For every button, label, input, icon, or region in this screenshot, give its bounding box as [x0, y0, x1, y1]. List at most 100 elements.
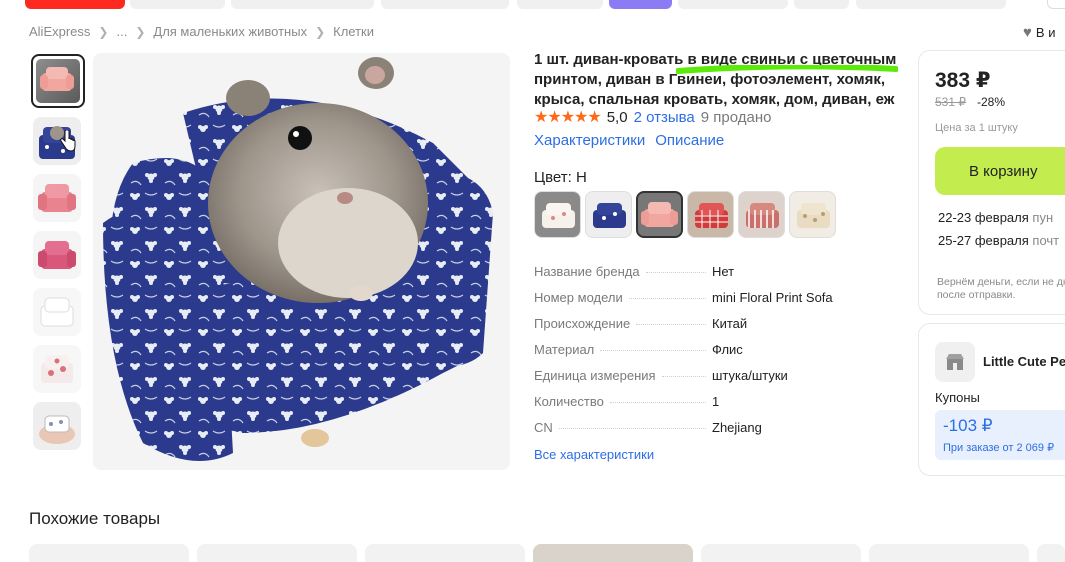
delivery-date: 25-27 февраля [938, 233, 1029, 248]
nav-pill[interactable] [231, 0, 374, 9]
nav-pill[interactable] [678, 0, 788, 9]
coupon-card[interactable]: -103 ₽ При заказе от 2 069 ₽ [935, 410, 1065, 460]
color-swatch[interactable] [789, 191, 836, 238]
spec-row: Материал Флис [534, 342, 859, 368]
spec-row: Название бренда Нет [534, 264, 859, 290]
thumbnail[interactable] [33, 288, 81, 336]
similar-product-card[interactable] [29, 544, 189, 562]
nav-pill[interactable] [381, 0, 509, 9]
spec-row: Количество 1 [534, 394, 859, 420]
price: 383 ₽ [935, 69, 991, 92]
thumbnail[interactable] [33, 402, 81, 450]
all-specs-link[interactable]: Все характеристики [534, 447, 654, 462]
chevron-right-icon: ❯ [98, 24, 109, 39]
coupons-label: Купоны [935, 390, 980, 405]
spec-value: штука/штуки [712, 368, 788, 383]
nav-pill[interactable] [609, 0, 672, 9]
similar-product-card[interactable] [1037, 544, 1065, 562]
nav-pill[interactable] [130, 0, 225, 9]
color-swatch[interactable] [585, 191, 632, 238]
breadcrumb: AliExpress ❯ ... ❯ Для маленьких животны… [29, 24, 374, 39]
spec-value: mini Floral Print Sofa [712, 290, 833, 305]
nav-pill[interactable] [517, 0, 603, 9]
spec-leader [600, 350, 706, 351]
nav-pill[interactable] [794, 0, 849, 9]
thumbnail-list [31, 54, 85, 459]
spec-leader [628, 298, 706, 299]
rating-value: 5,0 [606, 108, 628, 126]
top-nav-bar [0, 0, 1065, 10]
color-swatch[interactable] [738, 191, 785, 238]
delivery-option[interactable]: 22-23 февраля пун [938, 210, 1053, 225]
wishlist-button[interactable]: ♥ В и [1023, 24, 1055, 41]
unit-price-label: Цена за 1 штуку [935, 122, 1018, 134]
refund-note: Вернём деньги, если не дней после отправ… [937, 276, 1065, 301]
spec-key: Номер модели [534, 290, 623, 305]
color-swatch[interactable] [687, 191, 734, 238]
spec-row: Единица измерения штука/штуки [534, 368, 859, 394]
nav-pill[interactable] [856, 0, 1006, 9]
thumbnail[interactable] [33, 345, 81, 393]
product-title: 1 шт. диван-кровать в виде свиньи с цвет… [534, 51, 897, 108]
wishlist-label: В и [1035, 25, 1056, 40]
similar-product-card[interactable] [197, 544, 357, 562]
reviews-link[interactable]: 2 отзыва [634, 109, 695, 126]
similar-product-card[interactable] [365, 544, 525, 562]
color-label: Цвет: H [534, 169, 587, 186]
thumbnail[interactable] [33, 231, 81, 279]
breadcrumb-item[interactable]: Для маленьких животных [153, 24, 307, 39]
delivery-option[interactable]: 25-27 февраля почт [938, 233, 1059, 248]
chevron-right-icon: ❯ [315, 24, 326, 39]
tab-description[interactable]: Описание [655, 132, 724, 149]
spec-leader [661, 376, 706, 377]
spec-value: Zhejiang [712, 420, 762, 435]
hand-cursor-icon [60, 130, 76, 152]
discount-badge: -28% [977, 95, 1006, 109]
spec-value: Флис [712, 342, 743, 357]
similar-products-title: Похожие товары [29, 509, 161, 528]
breadcrumb-item[interactable]: ... [116, 24, 127, 39]
similar-product-card[interactable] [701, 544, 861, 562]
delivery-type: почт [1032, 233, 1060, 248]
spec-leader [558, 428, 706, 429]
spec-leader [636, 324, 706, 325]
tab-characteristics[interactable]: Характеристики [534, 132, 645, 149]
thumbnail[interactable] [31, 54, 85, 108]
spec-row: Номер модели mini Floral Print Sofa [534, 290, 859, 316]
spec-key: Единица измерения [534, 368, 656, 383]
spec-key: Количество [534, 394, 604, 409]
breadcrumb-item[interactable]: Клетки [333, 24, 374, 39]
color-swatch[interactable] [636, 191, 683, 238]
nav-pill[interactable] [1047, 0, 1065, 9]
heart-icon: ♥ [1023, 24, 1032, 41]
spec-key: CN [534, 420, 553, 435]
coupon-condition: При заказе от 2 069 ₽ [943, 442, 1055, 454]
spec-key: Происхождение [534, 316, 631, 331]
spec-value: Китай [712, 316, 748, 331]
buy-box: 383 ₽ 531 ₽ -28% Цена за 1 штуку В корзи… [918, 50, 1065, 315]
thumbnail[interactable] [33, 174, 81, 222]
color-swatch[interactable] [534, 191, 581, 238]
add-to-cart-button[interactable]: В корзину [935, 147, 1065, 195]
nav-pill[interactable] [25, 0, 125, 9]
breadcrumb-item[interactable]: AliExpress [29, 24, 90, 39]
store-name[interactable]: Little Cute Pe [983, 354, 1065, 369]
delivery-type: пун [1032, 210, 1054, 225]
delivery-date: 22-23 февраля [938, 210, 1029, 225]
spec-row: CN Zhejiang [534, 420, 859, 446]
product-tabs: Характеристики Описание [534, 132, 724, 149]
similar-product-card[interactable] [533, 544, 693, 562]
spec-key: Материал [534, 342, 595, 357]
similar-product-card[interactable] [869, 544, 1029, 562]
spec-value: Нет [712, 264, 735, 279]
coupon-value: -103 ₽ [943, 416, 993, 435]
spec-row: Происхождение Китай [534, 316, 859, 342]
star-rating-icon: ★★★★★ [534, 109, 602, 126]
spec-leader [645, 272, 706, 273]
color-swatches [534, 191, 836, 238]
chevron-right-icon: ❯ [135, 24, 146, 39]
spec-value: 1 [712, 394, 720, 409]
sold-count: 9 продано [700, 108, 772, 126]
product-main-image[interactable] [93, 53, 510, 470]
store-icon[interactable] [935, 342, 975, 382]
